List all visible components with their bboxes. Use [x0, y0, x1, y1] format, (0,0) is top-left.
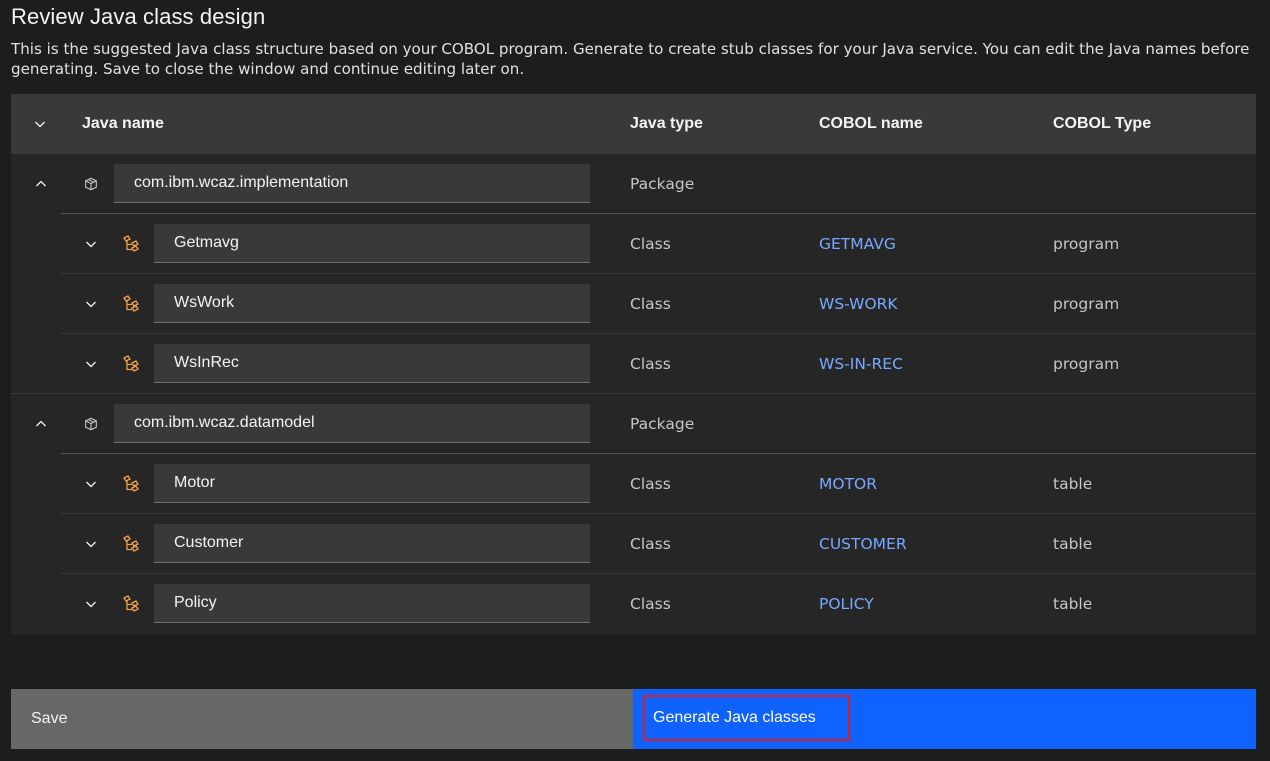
cobol-name-link[interactable]: MOTOR — [819, 475, 877, 493]
class-tree-icon — [122, 234, 140, 252]
class-tree-icon — [122, 294, 140, 312]
chevron-down-icon[interactable] — [30, 114, 50, 134]
java-type-cell: Class — [630, 475, 671, 493]
java-type-cell: Class — [630, 235, 671, 253]
cobol-type-cell: program — [1053, 235, 1120, 253]
header-java-name[interactable]: Java name — [82, 115, 164, 133]
chevron-down-icon[interactable] — [81, 234, 101, 254]
package-name-input[interactable]: com.ibm.wcaz.datamodel — [114, 404, 590, 443]
class-row: Customer Class CUSTOMER table — [11, 514, 1256, 574]
class-row: Policy Class POLICY table — [11, 574, 1256, 634]
cobol-type-cell: table — [1053, 595, 1093, 613]
header-java-type[interactable]: Java type — [630, 115, 703, 133]
class-row: WsWork Class WS-WORK program — [11, 274, 1256, 334]
java-type-cell: Class — [630, 355, 671, 373]
chevron-down-icon[interactable] — [81, 294, 101, 314]
cobol-name-link[interactable]: WS-WORK — [819, 295, 898, 313]
class-tree-icon — [122, 534, 140, 552]
java-type-cell: Class — [630, 535, 671, 553]
cobol-type-cell: program — [1053, 295, 1120, 313]
java-type-cell: Class — [630, 595, 671, 613]
chevron-down-icon[interactable] — [81, 474, 101, 494]
cobol-name-link[interactable]: WS-IN-REC — [819, 355, 903, 373]
class-row: Motor Class MOTOR table — [11, 454, 1256, 514]
page-title: Review Java class design — [11, 4, 266, 29]
header-cobol-name[interactable]: COBOL name — [819, 115, 923, 133]
class-name-input[interactable]: WsWork — [154, 284, 590, 323]
package-cube-icon — [82, 175, 100, 193]
cobol-type-cell: table — [1053, 535, 1093, 553]
cobol-name-link[interactable]: POLICY — [819, 595, 874, 613]
class-name-input[interactable]: Motor — [154, 464, 590, 503]
table-header: Java name Java type COBOL name COBOL Typ… — [11, 94, 1256, 154]
cobol-type-cell: program — [1053, 355, 1120, 373]
cobol-type-cell: table — [1053, 475, 1093, 493]
java-type-cell: Class — [630, 295, 671, 313]
chevron-up-icon[interactable] — [31, 174, 51, 194]
chevron-down-icon[interactable] — [81, 534, 101, 554]
generate-button-label: Generate Java classes — [653, 709, 816, 726]
class-name-input[interactable]: Customer — [154, 524, 590, 563]
class-row: Getmavg Class GETMAVG program — [11, 214, 1256, 274]
package-name-input[interactable]: com.ibm.wcaz.implementation — [114, 164, 590, 203]
java-type-cell: Package — [630, 175, 695, 193]
dialog-footer: Save Generate Java classes — [11, 689, 1256, 749]
chevron-up-icon[interactable] — [31, 414, 51, 434]
package-row: com.ibm.wcaz.datamodel Package — [11, 394, 1256, 454]
header-cobol-type[interactable]: COBOL Type — [1053, 115, 1151, 133]
class-name-input[interactable]: Getmavg — [154, 224, 590, 263]
java-type-cell: Package — [630, 415, 695, 433]
class-tree-icon — [122, 354, 140, 372]
save-button-label: Save — [31, 710, 68, 727]
package-row: com.ibm.wcaz.implementation Package — [11, 154, 1256, 214]
class-name-input[interactable]: WsInRec — [154, 344, 590, 383]
chevron-down-icon[interactable] — [81, 594, 101, 614]
class-tree-icon — [122, 474, 140, 492]
package-cube-icon — [82, 415, 100, 433]
class-name-input[interactable]: Policy — [154, 584, 590, 623]
java-class-table: Java name Java type COBOL name COBOL Typ… — [11, 94, 1256, 634]
page-description: This is the suggested Java class structu… — [11, 40, 1250, 78]
cobol-name-link[interactable]: CUSTOMER — [819, 535, 907, 553]
class-row: WsInRec Class WS-IN-REC program — [11, 334, 1256, 394]
chevron-down-icon[interactable] — [81, 354, 101, 374]
save-button[interactable]: Save — [11, 689, 633, 749]
cobol-name-link[interactable]: GETMAVG — [819, 235, 896, 253]
generate-java-classes-button[interactable]: Generate Java classes — [633, 689, 1256, 749]
class-tree-icon — [122, 594, 140, 612]
